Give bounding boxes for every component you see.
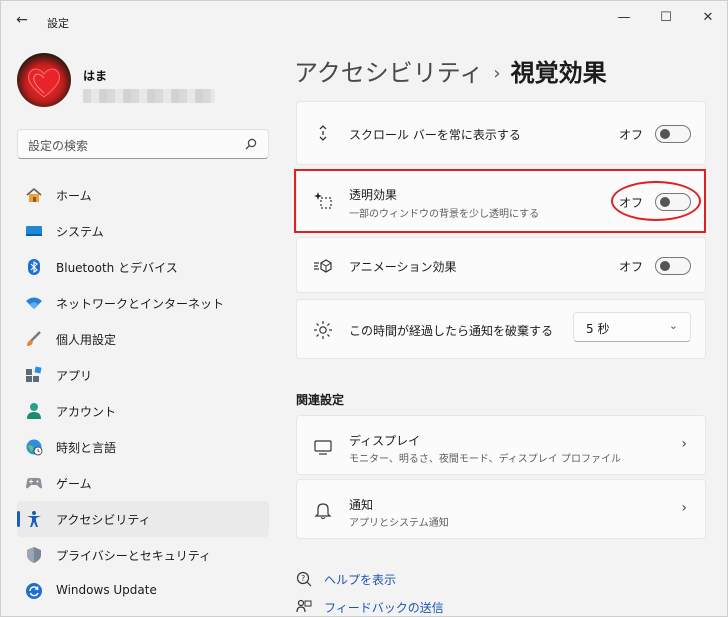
- sidebar-item-label: ゲーム: [56, 477, 92, 491]
- user-email-blurred: [83, 89, 215, 103]
- setting-notification-time-card: この時間が経過したら通知を破棄する 5 秒 ⌄: [296, 299, 706, 359]
- dropdown-value: 5 秒: [586, 322, 610, 336]
- sidebar-item-accessibility[interactable]: アクセシビリティ: [17, 501, 269, 537]
- toggle-knob: [660, 129, 670, 139]
- gamepad-icon: [26, 478, 42, 489]
- sidebar-item-label: ネットワークとインターネット: [56, 297, 225, 311]
- search-placeholder: 設定の検索: [28, 139, 89, 153]
- globe-clock-icon: [26, 439, 43, 456]
- system-icon: [26, 226, 42, 236]
- feedback-link[interactable]: フィードバックの送信: [324, 599, 444, 616]
- toggle-state-label: オフ: [618, 128, 643, 142]
- sidebar-item-label: Bluetooth とデバイス: [56, 261, 178, 275]
- settings-window: ← 設定 — ☐ ✕ はま 設定の検索 ホーム システム Bluetooth と…: [0, 0, 728, 617]
- wifi-icon: [26, 297, 42, 309]
- sidebar-item-network[interactable]: ネットワークとインターネット: [17, 285, 269, 321]
- setting-title: この時間が経過したら通知を破棄する: [349, 324, 554, 338]
- sidebar-item-home[interactable]: ホーム: [17, 177, 269, 213]
- transparency-icon: [314, 192, 332, 209]
- setting-title: アニメーション効果: [349, 260, 457, 274]
- toggle-knob: [660, 261, 670, 271]
- sidebar-item-label: アクセシビリティ: [56, 513, 151, 527]
- sidebar-nav: ホーム システム Bluetooth とデバイス ネットワークとインターネット: [17, 177, 269, 609]
- related-settings-title: 関連設定: [296, 393, 345, 407]
- sidebar-item-label: アプリ: [56, 369, 93, 383]
- svg-text:?: ?: [301, 574, 305, 583]
- app-title: 設定: [47, 17, 69, 30]
- breadcrumb-parent[interactable]: アクセシビリティ: [294, 59, 483, 87]
- chevron-right-icon: ›: [681, 500, 687, 516]
- sidebar-item-label: Windows Update: [56, 583, 157, 597]
- notification-time-dropdown[interactable]: 5 秒 ⌄: [573, 312, 691, 342]
- brightness-icon: [314, 321, 332, 339]
- setting-scrollbar-card: スクロール バーを常に表示する オフ: [296, 101, 706, 165]
- setting-transparency-card: 透明効果 一部のウィンドウの背景を少し透明にする オフ: [296, 169, 706, 233]
- toggle-knob: [660, 197, 670, 207]
- maximize-button[interactable]: ☐: [649, 7, 683, 29]
- setting-animation-card: アニメーション効果 オフ: [296, 237, 706, 293]
- help-icon: ?: [296, 571, 312, 587]
- related-title: ディスプレイ: [349, 434, 421, 448]
- selected-indicator: [17, 511, 20, 527]
- related-notifications-card[interactable]: 通知 アプリとシステム通知 ›: [296, 479, 706, 539]
- avatar[interactable]: [17, 53, 71, 107]
- related-title: 通知: [349, 498, 374, 512]
- scrollbar-icon: [319, 125, 327, 141]
- brush-icon: [27, 331, 41, 346]
- accessibility-icon: [27, 511, 41, 527]
- sidebar-item-label: 個人用設定: [56, 333, 117, 347]
- back-button[interactable]: ←: [11, 10, 33, 30]
- bluetooth-icon: [28, 259, 40, 275]
- related-subtitle: アプリとシステム通知: [349, 518, 449, 529]
- search-icon: [245, 138, 257, 150]
- help-link[interactable]: ヘルプを表示: [324, 571, 396, 588]
- monitor-icon: [314, 440, 332, 455]
- breadcrumb-separator: ›: [493, 63, 501, 84]
- sidebar-item-gaming[interactable]: ゲーム: [17, 465, 269, 501]
- animation-toggle[interactable]: [655, 257, 691, 275]
- sidebar-item-personalization[interactable]: 個人用設定: [17, 321, 269, 357]
- sidebar-item-time-language[interactable]: 時刻と言語: [17, 429, 269, 465]
- toggle-state-label: オフ: [618, 196, 643, 210]
- windows-update-icon: [26, 583, 42, 599]
- animation-icon: [314, 259, 332, 273]
- title-bar: ← 設定 — ☐ ✕: [1, 1, 728, 37]
- feedback-icon: [296, 599, 312, 613]
- page-title: 視覚効果: [510, 59, 607, 87]
- toggle-state-label: オフ: [618, 260, 643, 274]
- sidebar-item-label: プライバシーとセキュリティ: [56, 549, 212, 563]
- apps-icon: [26, 366, 42, 382]
- sidebar-item-privacy[interactable]: プライバシーとセキュリティ: [17, 537, 269, 573]
- search-input[interactable]: 設定の検索: [17, 129, 269, 159]
- shield-icon: [27, 547, 41, 563]
- setting-subtitle: 一部のウィンドウの背景を少し透明にする: [349, 209, 540, 220]
- sidebar-item-label: ホーム: [56, 189, 92, 203]
- heart-avatar-icon: [28, 68, 60, 98]
- user-name: はま: [83, 69, 108, 83]
- sidebar-item-apps[interactable]: アプリ: [17, 357, 269, 393]
- setting-title: 透明効果: [349, 188, 398, 202]
- sidebar-item-accounts[interactable]: アカウント: [17, 393, 269, 429]
- sidebar-item-bluetooth[interactable]: Bluetooth とデバイス: [17, 249, 269, 285]
- scrollbar-toggle[interactable]: [655, 125, 691, 143]
- sidebar-item-label: アカウント: [56, 405, 117, 419]
- close-button[interactable]: ✕: [691, 7, 725, 29]
- chevron-right-icon: ›: [681, 436, 687, 452]
- sidebar-item-system[interactable]: システム: [17, 213, 269, 249]
- related-subtitle: モニター、明るさ、夜間モード、ディスプレイ プロファイル: [349, 454, 621, 465]
- sidebar-item-label: 時刻と言語: [56, 441, 117, 455]
- sidebar-item-windows-update[interactable]: Windows Update: [17, 573, 269, 609]
- bell-icon: [314, 503, 332, 520]
- related-display-card[interactable]: ディスプレイ モニター、明るさ、夜間モード、ディスプレイ プロファイル ›: [296, 415, 706, 475]
- account-icon: [27, 403, 41, 419]
- breadcrumb: アクセシビリティ › 視覚効果: [294, 53, 607, 88]
- setting-title: スクロール バーを常に表示する: [349, 128, 521, 142]
- minimize-button[interactable]: —: [607, 7, 641, 29]
- chevron-down-icon: ⌄: [668, 319, 678, 332]
- transparency-toggle[interactable]: [655, 193, 691, 211]
- sidebar-item-label: システム: [56, 225, 104, 239]
- home-icon: [26, 187, 42, 202]
